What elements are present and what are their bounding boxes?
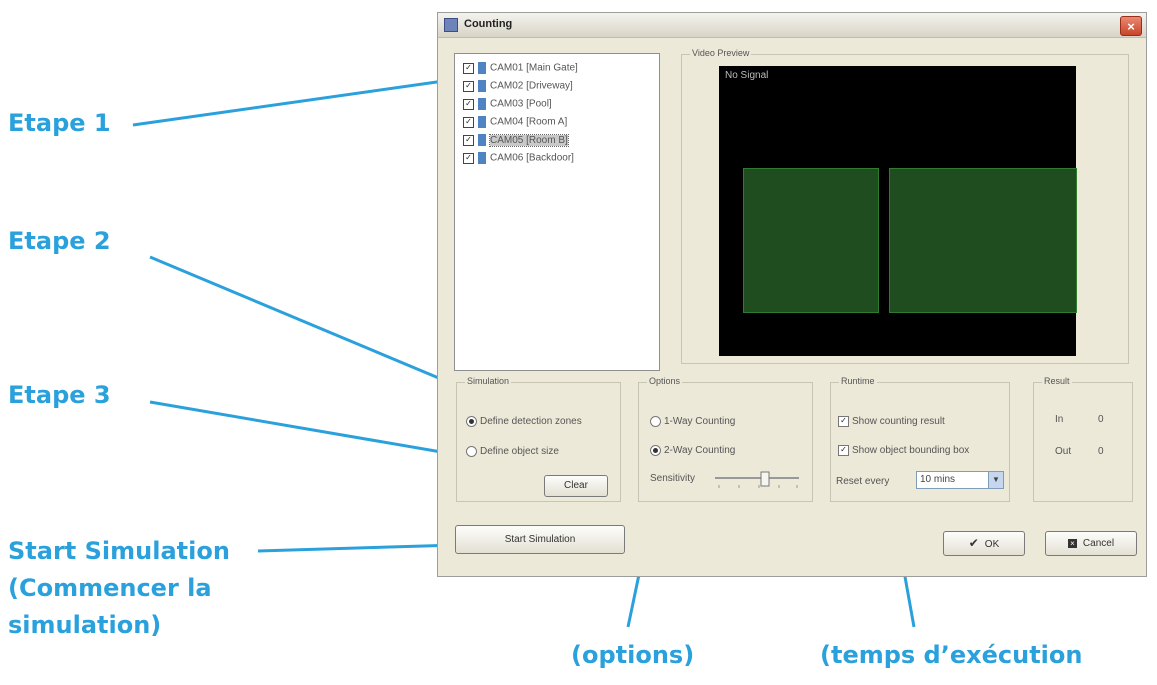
callout-start-3: simulation) <box>8 611 162 639</box>
title-bar: Counting × <box>438 13 1146 38</box>
camera-label: CAM05 [Room B] <box>489 133 569 147</box>
checkmark-icon: ✔ <box>968 536 979 550</box>
camera-item[interactable]: ✓ CAM02 [Driveway] <box>463 80 573 96</box>
result-label: Result <box>1042 376 1072 386</box>
define-object-option[interactable]: Define object size <box>466 446 559 457</box>
radio-selected-icon[interactable] <box>650 445 661 456</box>
etape3-line <box>149 400 454 456</box>
two-way-label: 2-Way Counting <box>664 445 736 457</box>
checkbox-icon[interactable]: ✓ <box>463 134 474 146</box>
out-value: 0 <box>1098 446 1104 457</box>
camera-icon <box>478 80 486 92</box>
cancel-icon: × <box>1067 538 1077 548</box>
checkbox-checked-icon[interactable]: ✓ <box>838 416 849 427</box>
radio-icon[interactable] <box>466 446 477 457</box>
etape1-line <box>132 77 459 127</box>
callout-temps: (temps d’exécution <box>820 641 1083 669</box>
camera-icon <box>478 116 486 128</box>
result-group: Result <box>1033 376 1133 502</box>
etape2-line <box>149 255 454 386</box>
close-button[interactable]: × <box>1120 16 1142 36</box>
checkbox-checked-icon[interactable]: ✓ <box>838 445 849 456</box>
clear-button[interactable]: Clear <box>544 475 608 497</box>
simulation-label: Simulation <box>465 376 512 386</box>
camera-label: CAM03 [Pool] <box>490 98 552 110</box>
dialog-title: Counting <box>464 18 513 30</box>
in-label: In <box>1055 414 1064 425</box>
camera-label: CAM02 [Driveway] <box>490 80 573 92</box>
chevron-down-icon[interactable]: ▼ <box>988 472 1003 488</box>
checkbox-icon[interactable]: ✓ <box>463 98 474 110</box>
camera-icon <box>478 62 486 74</box>
reset-every-value: 10 mins <box>920 474 956 485</box>
define-object-label: Define object size <box>480 446 559 458</box>
in-value: 0 <box>1098 414 1104 425</box>
ok-label: OK <box>984 539 1000 550</box>
checkbox-icon[interactable]: ✓ <box>463 116 474 128</box>
two-way-option[interactable]: 2-Way Counting <box>650 445 735 456</box>
camera-label: CAM06 [Backdoor] <box>490 152 574 164</box>
checkbox-icon[interactable]: ✓ <box>463 152 474 164</box>
radio-selected-icon[interactable] <box>466 416 477 427</box>
video-preview-label: Video Preview <box>690 48 752 58</box>
options-label: Options <box>647 376 683 386</box>
callout-etape2: Etape 2 <box>8 227 111 255</box>
camera-item[interactable]: ✓ CAM03 [Pool] <box>463 98 552 114</box>
reset-every-label: Reset every <box>836 476 890 487</box>
start-simulation-button[interactable]: Start Simulation <box>455 525 625 554</box>
callout-etape3: Etape 3 <box>8 381 111 409</box>
one-way-label: 1-Way Counting <box>664 416 736 428</box>
show-bounding-option[interactable]: ✓ Show object bounding box <box>838 445 969 456</box>
cancel-label: Cancel <box>1082 538 1115 549</box>
no-signal-text: No Signal <box>725 70 769 81</box>
callout-etape1: Etape 1 <box>8 109 111 137</box>
start-line <box>257 543 459 553</box>
camera-icon <box>478 134 486 146</box>
show-result-label: Show counting result <box>852 416 945 428</box>
detection-zone-2[interactable] <box>889 168 1077 313</box>
camera-icon <box>478 98 486 110</box>
radio-icon[interactable] <box>650 416 661 427</box>
camera-item[interactable]: ✓ CAM01 [Main Gate] <box>463 62 578 78</box>
cancel-button[interactable]: × Cancel <box>1045 531 1137 556</box>
checkbox-icon[interactable]: ✓ <box>463 80 474 92</box>
camera-list: ✓ CAM01 [Main Gate] ✓ CAM02 [Driveway] ✓ CA… <box>454 53 660 371</box>
app-icon <box>444 18 458 32</box>
runtime-label: Runtime <box>839 376 877 386</box>
one-way-option[interactable]: 1-Way Counting <box>650 416 735 427</box>
camera-label: CAM01 [Main Gate] <box>490 62 578 74</box>
camera-icon <box>478 152 486 164</box>
checkbox-icon[interactable]: ✓ <box>463 62 474 74</box>
camera-item-selected[interactable]: ✓ CAM05 [Room B] <box>463 133 569 150</box>
camera-label: CAM04 [Room A] <box>490 116 568 128</box>
camera-item[interactable]: ✓ CAM06 [Backdoor] <box>463 152 574 168</box>
camera-item[interactable]: ✓ CAM04 [Room A] <box>463 116 567 132</box>
show-result-option[interactable]: ✓ Show counting result <box>838 416 945 427</box>
ok-button[interactable]: ✔ OK <box>943 531 1025 556</box>
define-detection-label: Define detection zones <box>480 416 582 428</box>
callout-options: (options) <box>571 641 695 669</box>
callout-start-1: Start Simulation <box>8 537 230 565</box>
callout-start-2: (Commencer la <box>8 574 212 602</box>
counting-dialog: Counting × ✓ CAM01 [Main Gate] ✓ CAM02 [Dr… <box>437 12 1147 577</box>
sensitivity-label: Sensitivity <box>650 473 696 484</box>
define-detection-option[interactable]: Define detection zones <box>466 416 582 427</box>
detection-zone-1[interactable] <box>743 168 879 313</box>
out-label: Out <box>1055 446 1072 457</box>
video-preview-screen[interactable]: No Signal <box>719 66 1077 356</box>
show-bounding-label: Show object bounding box <box>852 445 970 457</box>
reset-every-select[interactable]: 10 mins ▼ <box>916 471 1004 489</box>
sensitivity-slider[interactable] <box>713 470 803 490</box>
